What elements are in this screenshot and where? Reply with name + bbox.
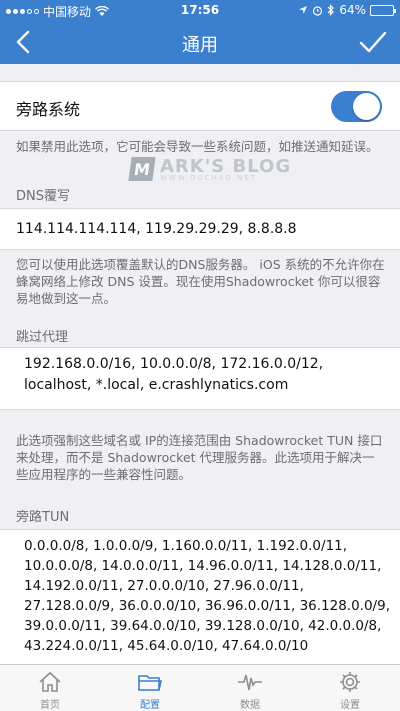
battery-icon xyxy=(370,4,396,16)
bluetooth-icon xyxy=(327,4,335,16)
watermark-logo: M ARK'S BLOG WWW.DUCHAO.NET xyxy=(128,156,291,182)
gear-icon xyxy=(340,672,360,692)
bypass-tun-row[interactable]: 0.0.0.0/8, 1.0.0.0/9, 1.160.0.0/11, 1.19… xyxy=(0,529,400,664)
bypass-system-note: 如果禁用此选项，它可能会导致一些系统问题，如推送通知延误。 xyxy=(16,139,379,154)
tab-settings[interactable]: 设置 xyxy=(300,665,400,711)
skip-proxy-row[interactable]: 192.168.0.0/16, 10.0.0.0/8, 172.16.0.0/1… xyxy=(0,347,400,410)
tab-data-label: 数据 xyxy=(240,700,260,711)
tab-settings-label: 设置 xyxy=(340,700,360,711)
tab-config-label: 配置 xyxy=(140,700,160,711)
tab-data[interactable]: 数据 xyxy=(200,665,300,711)
dns-note: 您可以使用此选项覆盖默认的DNS服务器。 iOS 系统的不允许你在蜂窝网络上修改… xyxy=(16,257,385,306)
home-icon xyxy=(39,671,61,692)
dns-header: DNS覆写 xyxy=(16,189,70,204)
folder-icon xyxy=(138,675,162,691)
battery-percent: 64% xyxy=(339,3,366,17)
skip-proxy-header: 跳过代理 xyxy=(16,330,69,345)
navigation-bar: 通用 xyxy=(0,20,400,64)
bypass-tun-header: 旁路TUN xyxy=(16,510,70,525)
tab-config[interactable]: 配置 xyxy=(100,665,200,711)
tab-home-label: 首页 xyxy=(40,700,60,711)
status-bar-right: 64% xyxy=(298,3,396,17)
location-icon xyxy=(299,6,308,14)
toggle-knob xyxy=(353,93,380,120)
tab-bar: 首页 配置 数据 设置 xyxy=(0,664,400,711)
skip-proxy-note: 此选项强制这些域名或 IP的连接范围由 Shadowrocket TUN 接口来… xyxy=(16,433,383,482)
dns-field[interactable]: 114.114.114.114, 119.29.29.29, 8.8.8.8 xyxy=(16,221,297,237)
watermark-m-icon: M xyxy=(128,157,156,181)
page-title: 通用 xyxy=(182,35,218,56)
bypass-system-label: 旁路系统 xyxy=(16,100,81,119)
tab-home[interactable]: 首页 xyxy=(0,665,100,711)
skip-proxy-field[interactable]: 192.168.0.0/16, 10.0.0.0/8, 172.16.0.0/1… xyxy=(24,354,384,396)
bypass-tun-field[interactable]: 0.0.0.0/8, 1.0.0.0/9, 1.160.0.0/11, 1.19… xyxy=(24,536,394,656)
checkmark-icon[interactable] xyxy=(358,28,388,56)
settings-content[interactable]: 旁路系统 如果禁用此选项，它可能会导致一些系统问题，如推送通知延误。 M ARK… xyxy=(0,64,400,664)
bypass-system-row[interactable]: 旁路系统 xyxy=(0,81,400,131)
alarm-icon xyxy=(313,5,323,16)
waveform-icon xyxy=(238,674,262,691)
status-bar: 中国移动 17:56 64% xyxy=(0,0,400,20)
dns-row[interactable]: 114.114.114.114, 119.29.29.29, 8.8.8.8 xyxy=(0,208,400,250)
bypass-system-toggle[interactable] xyxy=(331,91,382,122)
